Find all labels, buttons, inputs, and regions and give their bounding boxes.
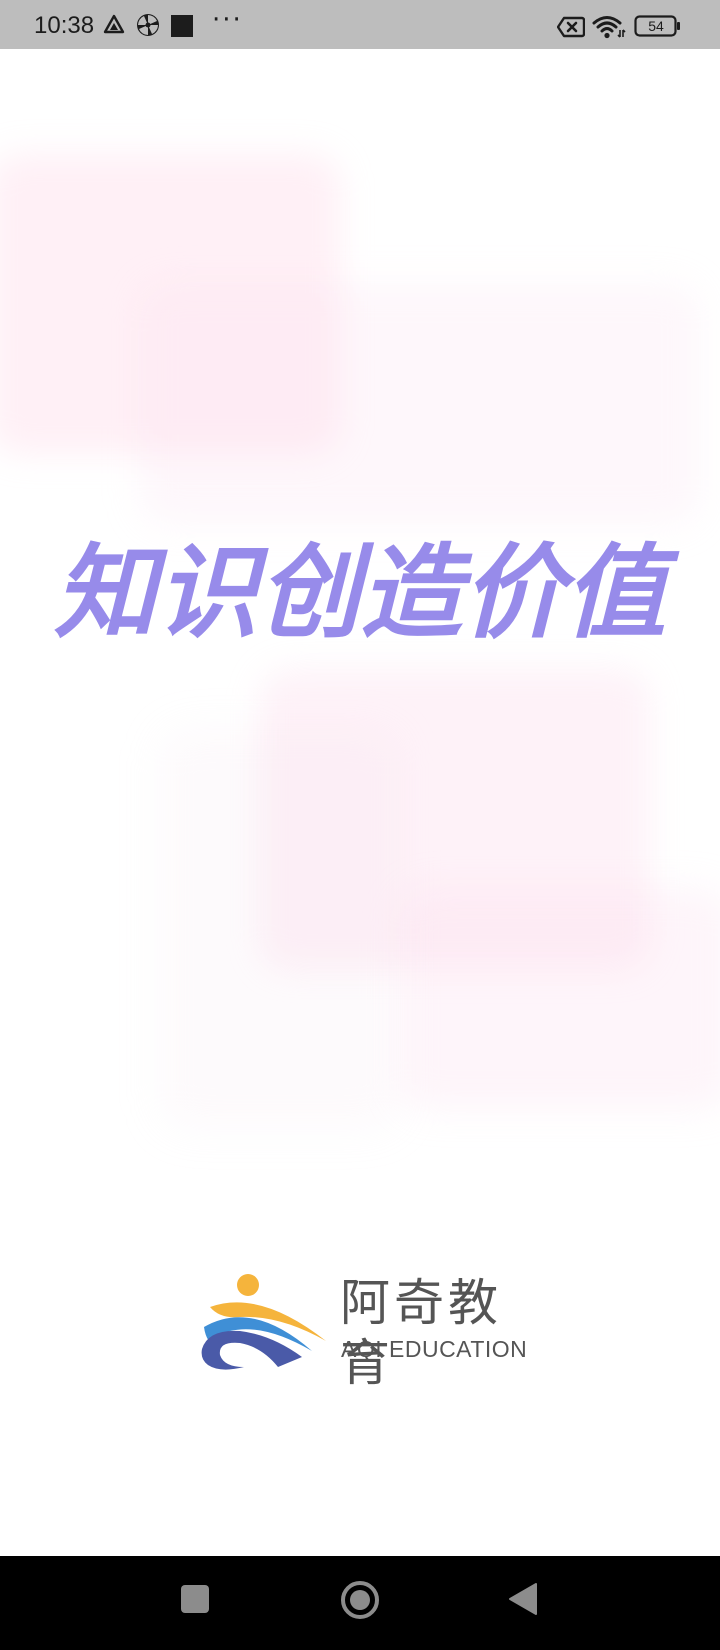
status-time: 10:38 — [34, 12, 95, 39]
square-notification-icon — [170, 14, 194, 42]
navigation-bar — [0, 1556, 720, 1650]
recents-button[interactable] — [180, 1584, 210, 1618]
sim-blocked-icon — [556, 16, 586, 42]
aqi-logo-icon — [200, 1269, 330, 1383]
splash-slogan: 知识创造价值 — [54, 534, 666, 653]
wifi-icon — [592, 14, 626, 44]
home-button[interactable] — [340, 1580, 380, 1624]
brand-name-cn: 阿奇教育 — [340, 1274, 502, 1392]
drive-icon — [103, 14, 125, 40]
back-button[interactable] — [508, 1582, 540, 1620]
status-bar: 10:38 ··· 54 — [0, 0, 720, 49]
pinwheel-icon — [136, 13, 160, 41]
more-notifications-icon: ··· — [212, 5, 243, 35]
brand-logo: 阿奇教育 AQI EDUCATION — [200, 1269, 530, 1392]
battery-level: 54 — [648, 18, 664, 34]
splash-screen: 知识创造价值 阿奇教育 AQI EDUCATION — [0, 49, 720, 1556]
background-blob — [140, 284, 700, 524]
brand-name-en: AQI EDUCATION — [341, 1336, 528, 1362]
background-blob — [400, 889, 720, 1109]
